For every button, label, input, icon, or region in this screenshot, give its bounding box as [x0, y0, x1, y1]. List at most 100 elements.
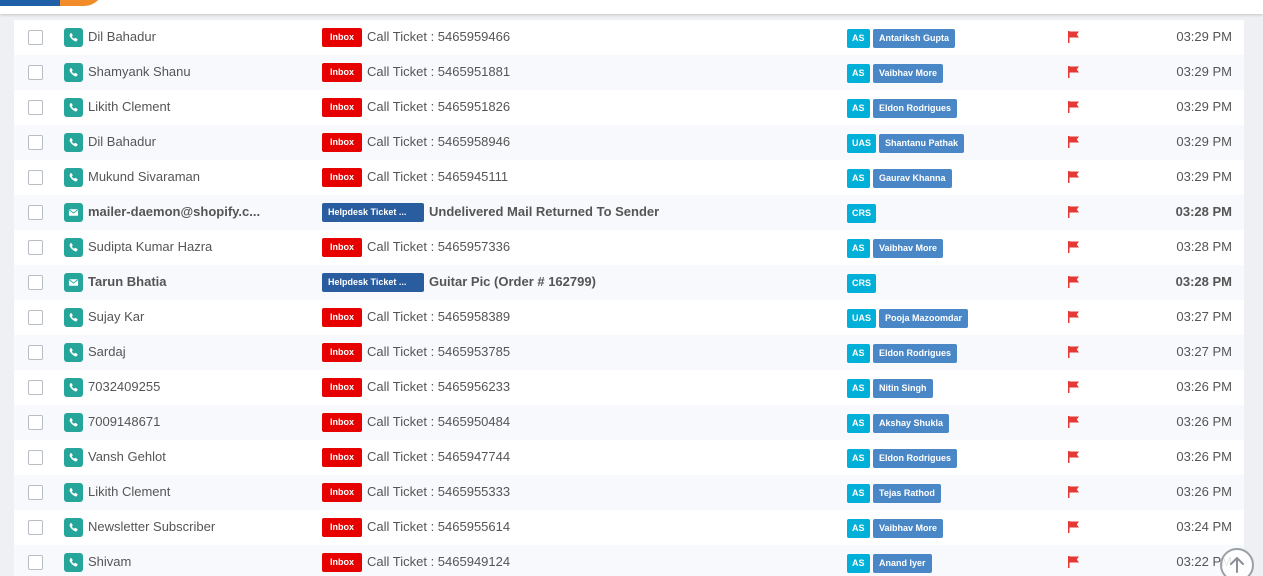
ticket-subject[interactable]: Call Ticket : 5465953785 [367, 344, 510, 359]
sender-name[interactable]: Likith Clement [88, 99, 318, 114]
row-checkbox[interactable] [28, 450, 43, 465]
flag-icon[interactable] [1066, 415, 1082, 429]
flag-icon[interactable] [1066, 170, 1082, 184]
sender-name[interactable]: mailer-daemon@shopify.c... [88, 204, 318, 219]
source-badge: Inbox [322, 413, 362, 432]
flag-icon[interactable] [1066, 310, 1082, 324]
flag-icon[interactable] [1066, 380, 1082, 394]
ticket-row[interactable]: 7009148671 Inbox Call Ticket : 546595048… [14, 405, 1244, 440]
source-badge: Helpdesk Ticket ... [322, 203, 424, 222]
sender-name[interactable]: Likith Clement [88, 484, 318, 499]
ticket-subject[interactable]: Call Ticket : 5465951826 [367, 99, 510, 114]
row-checkbox[interactable] [28, 205, 43, 220]
ticket-row[interactable]: Dil Bahadur Inbox Call Ticket : 54659594… [14, 20, 1244, 55]
team-badge: AS [847, 484, 870, 503]
ticket-subject[interactable]: Call Ticket : 5465956233 [367, 379, 510, 394]
flag-icon[interactable] [1066, 275, 1082, 289]
ticket-row[interactable]: Vansh Gehlot Inbox Call Ticket : 5465947… [14, 440, 1244, 475]
mail-icon [64, 203, 83, 222]
agent-badge: Antariksh Gupta [873, 29, 956, 48]
team-badge: AS [847, 379, 870, 398]
row-checkbox[interactable] [28, 380, 43, 395]
ticket-subject[interactable]: Call Ticket : 5465951881 [367, 64, 510, 79]
sender-name[interactable]: Dil Bahadur [88, 134, 318, 149]
row-checkbox[interactable] [28, 310, 43, 325]
ticket-subject[interactable]: Call Ticket : 5465958389 [367, 309, 510, 324]
ticket-subject[interactable]: Call Ticket : 5465957336 [367, 239, 510, 254]
flag-icon[interactable] [1066, 65, 1082, 79]
phone-icon [64, 98, 83, 117]
ticket-row[interactable]: 7032409255 Inbox Call Ticket : 546595623… [14, 370, 1244, 405]
sender-name[interactable]: 7032409255 [88, 379, 318, 394]
ticket-subject[interactable]: Call Ticket : 5465959466 [367, 29, 510, 44]
phone-icon [64, 378, 83, 397]
ticket-row[interactable]: Likith Clement Inbox Call Ticket : 54659… [14, 475, 1244, 510]
row-checkbox[interactable] [28, 170, 43, 185]
row-checkbox[interactable] [28, 345, 43, 360]
ticket-subject[interactable]: Call Ticket : 5465958946 [367, 134, 510, 149]
row-checkbox[interactable] [28, 415, 43, 430]
row-checkbox[interactable] [28, 240, 43, 255]
row-checkbox[interactable] [28, 135, 43, 150]
sender-name[interactable]: Sardaj [88, 344, 318, 359]
flag-icon[interactable] [1066, 135, 1082, 149]
agent-badge: Akshay Shukla [873, 414, 950, 433]
ticket-row[interactable]: mailer-daemon@shopify.c... Helpdesk Tick… [14, 195, 1244, 230]
ticket-row[interactable]: Mukund Sivaraman Inbox Call Ticket : 546… [14, 160, 1244, 195]
ticket-subject[interactable]: Undelivered Mail Returned To Sender [429, 204, 659, 219]
flag-icon[interactable] [1066, 240, 1082, 254]
sender-name[interactable]: Mukund Sivaraman [88, 169, 318, 184]
sender-name[interactable]: Sudipta Kumar Hazra [88, 239, 318, 254]
ticket-subject[interactable]: Call Ticket : 5465955333 [367, 484, 510, 499]
flag-icon[interactable] [1066, 100, 1082, 114]
source-badge: Inbox [322, 518, 362, 537]
ticket-row[interactable]: Sardaj Inbox Call Ticket : 5465953785 AS… [14, 335, 1244, 370]
team-badge: AS [847, 344, 870, 363]
ticket-row[interactable]: Dil Bahadur Inbox Call Ticket : 54659589… [14, 125, 1244, 160]
ticket-row[interactable]: Shivam Inbox Call Ticket : 5465949124 AS… [14, 545, 1244, 576]
ticket-row[interactable]: Sudipta Kumar Hazra Inbox Call Ticket : … [14, 230, 1244, 265]
flag-icon[interactable] [1066, 30, 1082, 44]
flag-icon[interactable] [1066, 450, 1082, 464]
row-checkbox[interactable] [28, 485, 43, 500]
ticket-subject[interactable]: Call Ticket : 5465947744 [367, 449, 510, 464]
flag-icon[interactable] [1066, 485, 1082, 499]
row-checkbox[interactable] [28, 275, 43, 290]
flag-icon[interactable] [1066, 555, 1082, 569]
sender-name[interactable]: Shamyank Shanu [88, 64, 318, 79]
sender-name[interactable]: Newsletter Subscriber [88, 519, 318, 534]
sender-name[interactable]: Sujay Kar [88, 309, 318, 324]
arrow-up-icon [1230, 557, 1244, 573]
app-logo[interactable] [0, 0, 104, 7]
row-checkbox[interactable] [28, 100, 43, 115]
sender-name[interactable]: Dil Bahadur [88, 29, 318, 44]
flag-icon[interactable] [1066, 345, 1082, 359]
ticket-row[interactable]: Likith Clement Inbox Call Ticket : 54659… [14, 90, 1244, 125]
team-badge: AS [847, 29, 870, 48]
phone-icon [64, 63, 83, 82]
ticket-time: 03:26 PM [1176, 414, 1232, 429]
flag-icon[interactable] [1066, 520, 1082, 534]
source-badge: Inbox [322, 308, 362, 327]
scroll-to-top-button[interactable] [1220, 548, 1254, 576]
sender-name[interactable]: Tarun Bhatia [88, 274, 318, 289]
ticket-subject[interactable]: Call Ticket : 5465949124 [367, 554, 510, 569]
row-checkbox[interactable] [28, 520, 43, 535]
row-checkbox[interactable] [28, 30, 43, 45]
ticket-subject[interactable]: Call Ticket : 5465950484 [367, 414, 510, 429]
row-checkbox[interactable] [28, 555, 43, 570]
sender-name[interactable]: 7009148671 [88, 414, 318, 429]
row-checkbox[interactable] [28, 65, 43, 80]
ticket-row[interactable]: Tarun Bhatia Helpdesk Ticket ... Guitar … [14, 265, 1244, 300]
ticket-row[interactable]: Sujay Kar Inbox Call Ticket : 5465958389… [14, 300, 1244, 335]
ticket-subject[interactable]: Call Ticket : 5465955614 [367, 519, 510, 534]
ticket-row[interactable]: Shamyank Shanu Inbox Call Ticket : 54659… [14, 55, 1244, 90]
ticket-subject[interactable]: Call Ticket : 5465945111 [367, 169, 508, 184]
ticket-time: 03:28 PM [1175, 274, 1232, 289]
ticket-subject[interactable]: Guitar Pic (Order # 162799) [429, 274, 596, 289]
agent-badge: Eldon Rodrigues [873, 449, 957, 468]
sender-name[interactable]: Vansh Gehlot [88, 449, 318, 464]
flag-icon[interactable] [1066, 205, 1082, 219]
sender-name[interactable]: Shivam [88, 554, 318, 569]
ticket-row[interactable]: Newsletter Subscriber Inbox Call Ticket … [14, 510, 1244, 545]
